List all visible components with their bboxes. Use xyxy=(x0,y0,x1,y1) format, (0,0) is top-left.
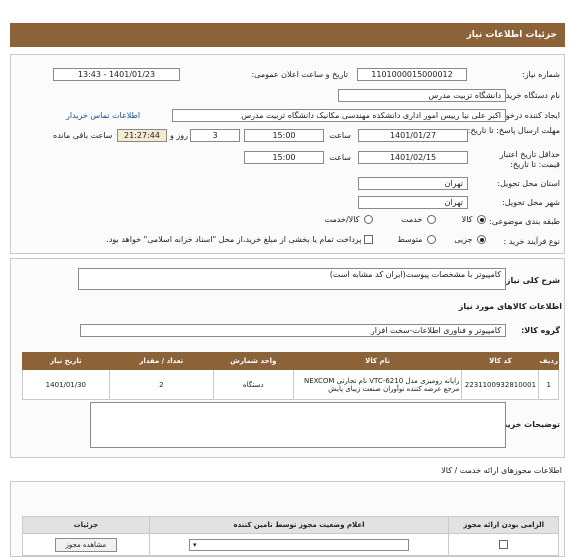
checkbox-icon[interactable] xyxy=(364,235,373,244)
deadline-date-field: 1401/01/27 xyxy=(358,129,468,142)
radio-checked-icon[interactable] xyxy=(477,235,486,244)
need-number-label: شماره نیاز: xyxy=(522,70,560,79)
process-option-minor[interactable]: جزیی xyxy=(454,235,486,244)
col-row: ردیف xyxy=(538,352,559,370)
col-unit: واحد شمارش xyxy=(212,352,294,370)
deadline-label: مهلت ارسال پاسخ: تا تاریخ: xyxy=(467,126,560,135)
province-field: تهران xyxy=(358,177,468,190)
cell-details: مشاهده مجوز xyxy=(22,533,150,556)
validity-label: حداقل تاریخ اعتبار قیمت: تا تاریخ: xyxy=(499,150,560,169)
buyer-contact-link[interactable]: اطلاعات تماس خریدار xyxy=(66,111,140,120)
treasury-bonds-option[interactable]: پرداخت تمام یا بخشی از مبلغ خرید،از محل … xyxy=(106,235,373,244)
cell-status: ▾ xyxy=(148,533,450,556)
table-row: ▾ مشاهده مجوز xyxy=(22,533,559,556)
buyer-notes-field xyxy=(90,402,506,448)
permits-section-title: اطلاعات مجوزهای ارائه خدمت / کالا xyxy=(441,466,562,475)
announce-date-label: تاریخ و ساعت اعلان عمومی: xyxy=(251,70,348,79)
days-label: روز و xyxy=(170,131,188,140)
cell-required xyxy=(448,533,559,556)
goods-group-field: کامپیوتر و فناوری اطلاعات-سخت افزار xyxy=(80,324,506,337)
deadline-time-label: ساعت xyxy=(329,131,351,140)
process-option-medium[interactable]: متوسط xyxy=(397,235,436,244)
cell-code: 2231100932810001 xyxy=(461,369,540,400)
radio-unchecked-icon[interactable] xyxy=(427,235,436,244)
city-label: شهر محل تحویل: xyxy=(502,198,560,207)
table-row: 1 2231100932810001 رایانه رومیزی مدل VTC… xyxy=(22,369,559,400)
category-option-service[interactable]: خدمت xyxy=(401,215,436,224)
category-label: طبقه بندی موضوعی: xyxy=(489,217,560,226)
col-status: اعلام وضعیت مجوز توسط نامین کننده xyxy=(148,516,450,534)
radio-unchecked-icon[interactable] xyxy=(364,215,373,224)
goods-table-header: ردیف کد کالا نام کالا واحد شمارش تعداد /… xyxy=(22,352,559,370)
announce-date-field: 1401/01/23 - 13:43 xyxy=(53,68,180,81)
radio-unchecked-icon[interactable] xyxy=(427,215,436,224)
summary-label: شرح کلی نیاز: xyxy=(502,276,560,285)
col-name: نام کالا xyxy=(292,352,463,370)
permits-table-header: الزامی بودن ارائه مجوز اعلام وضعیت مجوز … xyxy=(22,516,559,534)
permit-status-select[interactable]: ▾ xyxy=(189,538,410,551)
col-code: کد کالا xyxy=(461,352,540,370)
creator-field: اکبر علی نیا رییس امور اداری دانشکده مهن… xyxy=(172,109,506,122)
remaining-time-field: 21:27:44 xyxy=(117,129,167,142)
checkbox-icon[interactable] xyxy=(499,540,509,549)
goods-section-title: اطلاعات کالاهای مورد نیاز xyxy=(458,302,562,311)
summary-field: کامپیوتر با مشخصات پیوست(ایران کد مشابه … xyxy=(78,268,506,290)
cell-date: 1401/01/30 xyxy=(22,369,110,400)
process-label: نوع فرآیند خرید : xyxy=(503,237,560,246)
page-header: جزئیات اطلاعات نیاز xyxy=(10,23,565,47)
cell-qty: 2 xyxy=(108,369,214,400)
col-details: جزئیات xyxy=(22,516,150,534)
chevron-down-icon: ▾ xyxy=(193,540,197,549)
col-date: تاریخ نیاز xyxy=(22,352,110,370)
cell-row: 1 xyxy=(538,369,559,400)
validity-time-label: ساعت xyxy=(329,153,351,162)
city-field: تهران xyxy=(358,196,468,209)
goods-group-label: گروه کالا: xyxy=(521,326,560,335)
view-permit-button[interactable]: مشاهده مجوز xyxy=(54,537,118,552)
page-title: جزئیات اطلاعات نیاز xyxy=(466,30,557,40)
validity-date-field: 1401/02/15 xyxy=(358,151,468,164)
goods-table: ردیف کد کالا نام کالا واحد شمارش تعداد /… xyxy=(22,352,559,400)
validity-time-field: 15:00 xyxy=(244,151,324,164)
need-number-field: 1101000015000012 xyxy=(357,68,467,81)
days-remaining-field: 3 xyxy=(190,129,240,142)
cell-unit: دستگاه xyxy=(212,369,294,400)
category-option-goods[interactable]: کالا xyxy=(462,215,486,224)
col-qty: تعداد / مقدار xyxy=(108,352,214,370)
col-required: الزامی بودن ارائه مجوز xyxy=(448,516,559,534)
buyer-label: نام دستگاه خریدار: xyxy=(497,91,560,100)
remaining-label: ساعت باقی مانده xyxy=(53,131,113,140)
category-option-goods-service[interactable]: کالا/خدمت xyxy=(325,215,373,224)
cell-name: رایانه رومیزی مدل VTC-6210 نام تجارتی NE… xyxy=(292,369,463,400)
permits-table: الزامی بودن ارائه مجوز اعلام وضعیت مجوز … xyxy=(22,516,559,556)
province-label: استان محل تحویل: xyxy=(497,179,560,188)
deadline-time-field: 15:00 xyxy=(244,129,324,142)
buyer-field: دانشگاه تربیت مدرس xyxy=(338,89,506,102)
radio-checked-icon[interactable] xyxy=(477,215,486,224)
